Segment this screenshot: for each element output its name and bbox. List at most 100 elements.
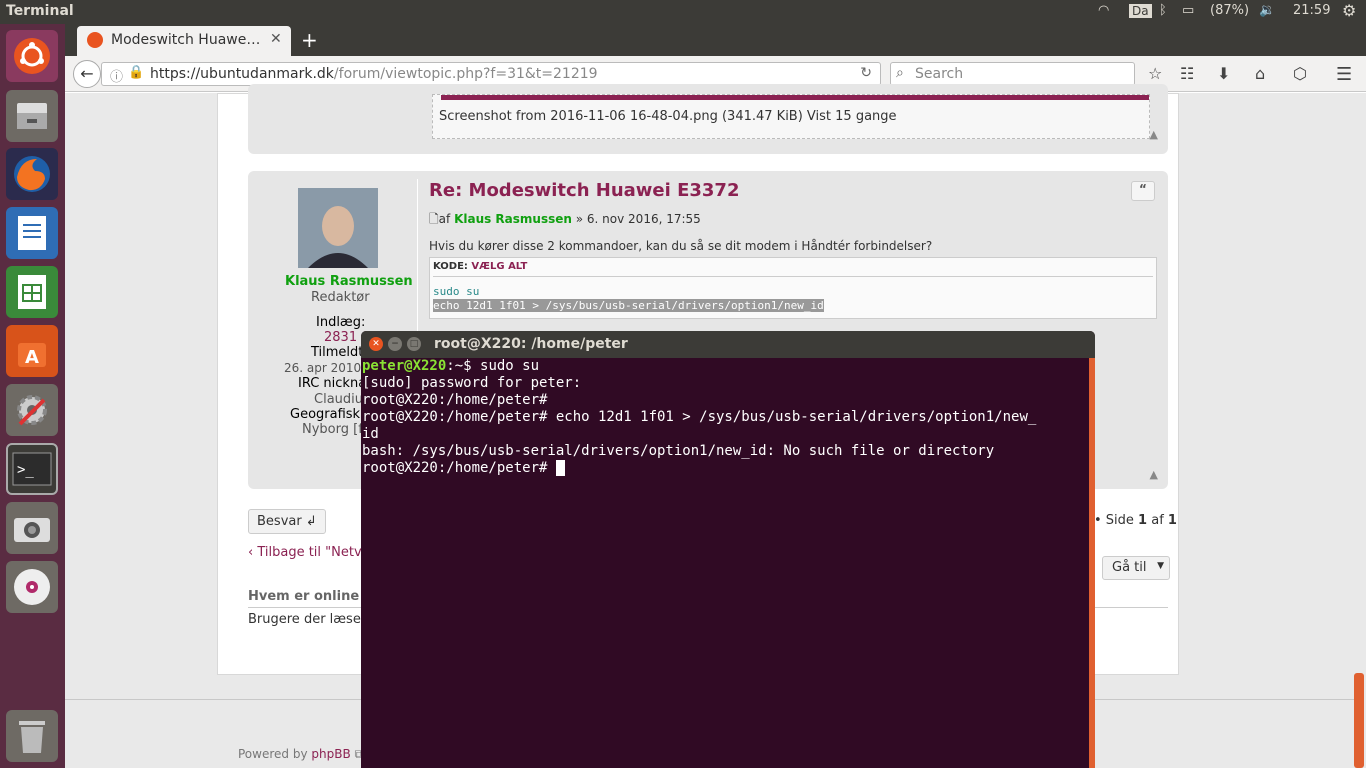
download-icon[interactable]: ⬇ [1217, 64, 1230, 83]
post-author[interactable]: Klaus Rasmussen [454, 212, 572, 226]
tab-title: Modeswitch Huawe… [111, 32, 261, 48]
terminal-title: root@X220: /home/peter [434, 336, 628, 352]
post-by-prefix: af [438, 212, 451, 226]
search-bar[interactable]: ⌕ Search [890, 62, 1135, 86]
code-box: KODE: VÆLG ALT sudo su echo 12d1 1f01 > … [429, 257, 1157, 319]
reading-list-icon[interactable]: ☷ [1180, 64, 1194, 83]
favicon-icon [87, 32, 103, 48]
calc-icon[interactable] [6, 266, 58, 318]
volume-icon[interactable]: 🔉 [1259, 3, 1275, 18]
quote-button[interactable]: “ [1131, 181, 1155, 201]
terminal-titlebar[interactable]: ✕ − □ root@X220: /home/peter [361, 331, 1095, 358]
bookmark-star-icon[interactable]: ☆ [1148, 64, 1162, 83]
tab-bar: Modeswitch Huawe… ✕ + [65, 24, 1366, 56]
terminal-line-3: root@X220:/home/peter# [362, 392, 548, 408]
attachment-box: Screenshot from 2016-11-06 16-48-04.png … [432, 94, 1150, 139]
search-icon: ⌕ [896, 65, 904, 81]
maximize-window-button[interactable]: □ [407, 337, 421, 351]
terminal-line-6: bash: /sys/bus/usb-serial/drivers/option… [362, 443, 995, 459]
attachment-caption: Screenshot from 2016-11-06 16-48-04.png … [439, 109, 897, 124]
chevron-down-icon: ▼ [1157, 561, 1164, 571]
terminal-output[interactable]: peter@X220:~$ sudo su [sudo] password for… [362, 358, 1088, 768]
post-date: » 6. nov 2016, 17:55 [575, 212, 701, 226]
disc-icon[interactable] [6, 561, 58, 613]
pagination: • Side 1 af 1 [1094, 513, 1177, 528]
active-app-title: Terminal [6, 3, 74, 19]
code-line-1: sudo su [433, 285, 480, 298]
system-settings-icon[interactable] [6, 384, 58, 436]
url-bar[interactable]: ⓘ 🔒 https://ubuntudanmark.dk/forum/viewt… [101, 62, 881, 86]
powered-by: Powered by phpBB ⧉ [238, 747, 364, 761]
info-icon[interactable]: ⓘ [110, 66, 123, 85]
url-path: /forum/viewtopic.php?f=31&t=21219 [333, 66, 598, 82]
tab-active[interactable]: Modeswitch Huawe… ✕ [77, 26, 291, 56]
goto-button[interactable]: Gå til ▼ [1102, 556, 1170, 580]
minimize-window-button[interactable]: − [388, 337, 402, 351]
launcher: A >_ [0, 24, 65, 768]
profile-joined: 26. apr 2010, [284, 361, 365, 375]
profile-posts-label: Indlæg: [316, 315, 366, 330]
profile-geo-label: Geografisk s [290, 407, 371, 422]
terminal-line-2: [sudo] password for peter: [362, 375, 582, 391]
top-panel: Terminal ◠ Da ᛒ ▭ (87%) 🔉 21:59 ⚙ [0, 0, 1366, 24]
svg-text:A: A [25, 347, 39, 368]
pocket-icon[interactable]: ⬡ [1293, 64, 1307, 83]
page-scrollbar[interactable] [1354, 93, 1366, 768]
users-reading: Brugere der læser d [248, 612, 379, 627]
avatar[interactable] [298, 188, 378, 268]
post-title[interactable]: Re: Modeswitch Huawei E3372 [429, 180, 739, 201]
camera-icon[interactable] [6, 502, 58, 554]
profile-joined-label: Tilmeldt [311, 345, 364, 360]
back-button[interactable]: ← [73, 60, 101, 88]
code-divider [433, 276, 1153, 277]
code-label: KODE: VÆLG ALT [433, 261, 528, 272]
profile-geo: Nyborg [fy [302, 422, 371, 437]
terminal-scrollbar[interactable] [1089, 358, 1095, 768]
profile-role: Redaktør [311, 290, 370, 305]
post-icon: 🗋 [429, 212, 439, 226]
reply-button[interactable]: Besvar ↲ [248, 509, 326, 534]
firefox-icon[interactable] [6, 148, 58, 200]
trash-icon[interactable] [6, 710, 58, 762]
software-center-icon[interactable]: A [6, 325, 58, 377]
terminal-line-1: peter@X220:~$ sudo su [362, 358, 1088, 375]
writer-icon[interactable] [6, 207, 58, 259]
new-tab-button[interactable]: + [301, 28, 318, 52]
terminal-line-4: root@X220:/home/peter# echo 12d1 1f01 > … [362, 409, 1037, 425]
terminal-window[interactable]: ✕ − □ root@X220: /home/peter peter@X220:… [361, 331, 1095, 768]
post-meta: 🗋af Klaus Rasmussen » 6. nov 2016, 17:55 [429, 210, 701, 231]
close-tab-icon[interactable]: ✕ [270, 31, 282, 47]
prompt-user: peter@X220 [362, 358, 447, 374]
close-window-button[interactable]: ✕ [369, 337, 383, 351]
back-to-top-icon[interactable]: ▲ [1150, 468, 1158, 481]
keyboard-layout-indicator[interactable]: Da [1129, 4, 1152, 18]
terminal-icon[interactable]: >_ [6, 443, 58, 495]
phpbb-link[interactable]: phpBB [311, 747, 350, 761]
code-line-2: echo 12d1 1f01 > /sys/bus/usb-serial/dri… [433, 299, 824, 312]
profile-posts[interactable]: 2831 [324, 330, 357, 345]
ubuntu-dash-icon[interactable] [6, 30, 58, 82]
terminal-cursor [555, 460, 565, 476]
reload-icon[interactable]: ↻ [860, 65, 872, 81]
menu-icon[interactable]: ☰ [1336, 64, 1352, 85]
back-link[interactable]: ‹ Tilbage til "Netva [248, 545, 370, 560]
wifi-icon[interactable]: ◠ [1098, 3, 1109, 18]
bluetooth-icon[interactable]: ᛒ [1159, 3, 1167, 18]
back-to-top-icon[interactable]: ▲ [1150, 128, 1158, 141]
battery-percentage: (87%) [1210, 3, 1250, 18]
clock[interactable]: 21:59 [1293, 3, 1330, 18]
select-all-link[interactable]: VÆLG ALT [471, 261, 527, 272]
scrollbar-thumb[interactable] [1354, 673, 1364, 768]
terminal-line-7: root@X220:/home/peter# [362, 460, 1088, 477]
terminal-line-5: id [362, 426, 379, 442]
search-placeholder: Search [915, 66, 964, 82]
url-host: https://ubuntudanmark.dk [150, 66, 334, 82]
who-online-heading[interactable]: Hvem er online [248, 589, 359, 604]
prompt-rest: :~$ sudo su [446, 358, 540, 374]
battery-icon[interactable]: ▭ [1182, 3, 1194, 18]
lock-icon: 🔒 [128, 65, 145, 80]
profile-name[interactable]: Klaus Rasmussen [285, 274, 413, 289]
home-icon[interactable]: ⌂ [1255, 64, 1265, 83]
gear-icon[interactable]: ⚙ [1342, 1, 1356, 20]
files-icon[interactable] [6, 90, 58, 142]
